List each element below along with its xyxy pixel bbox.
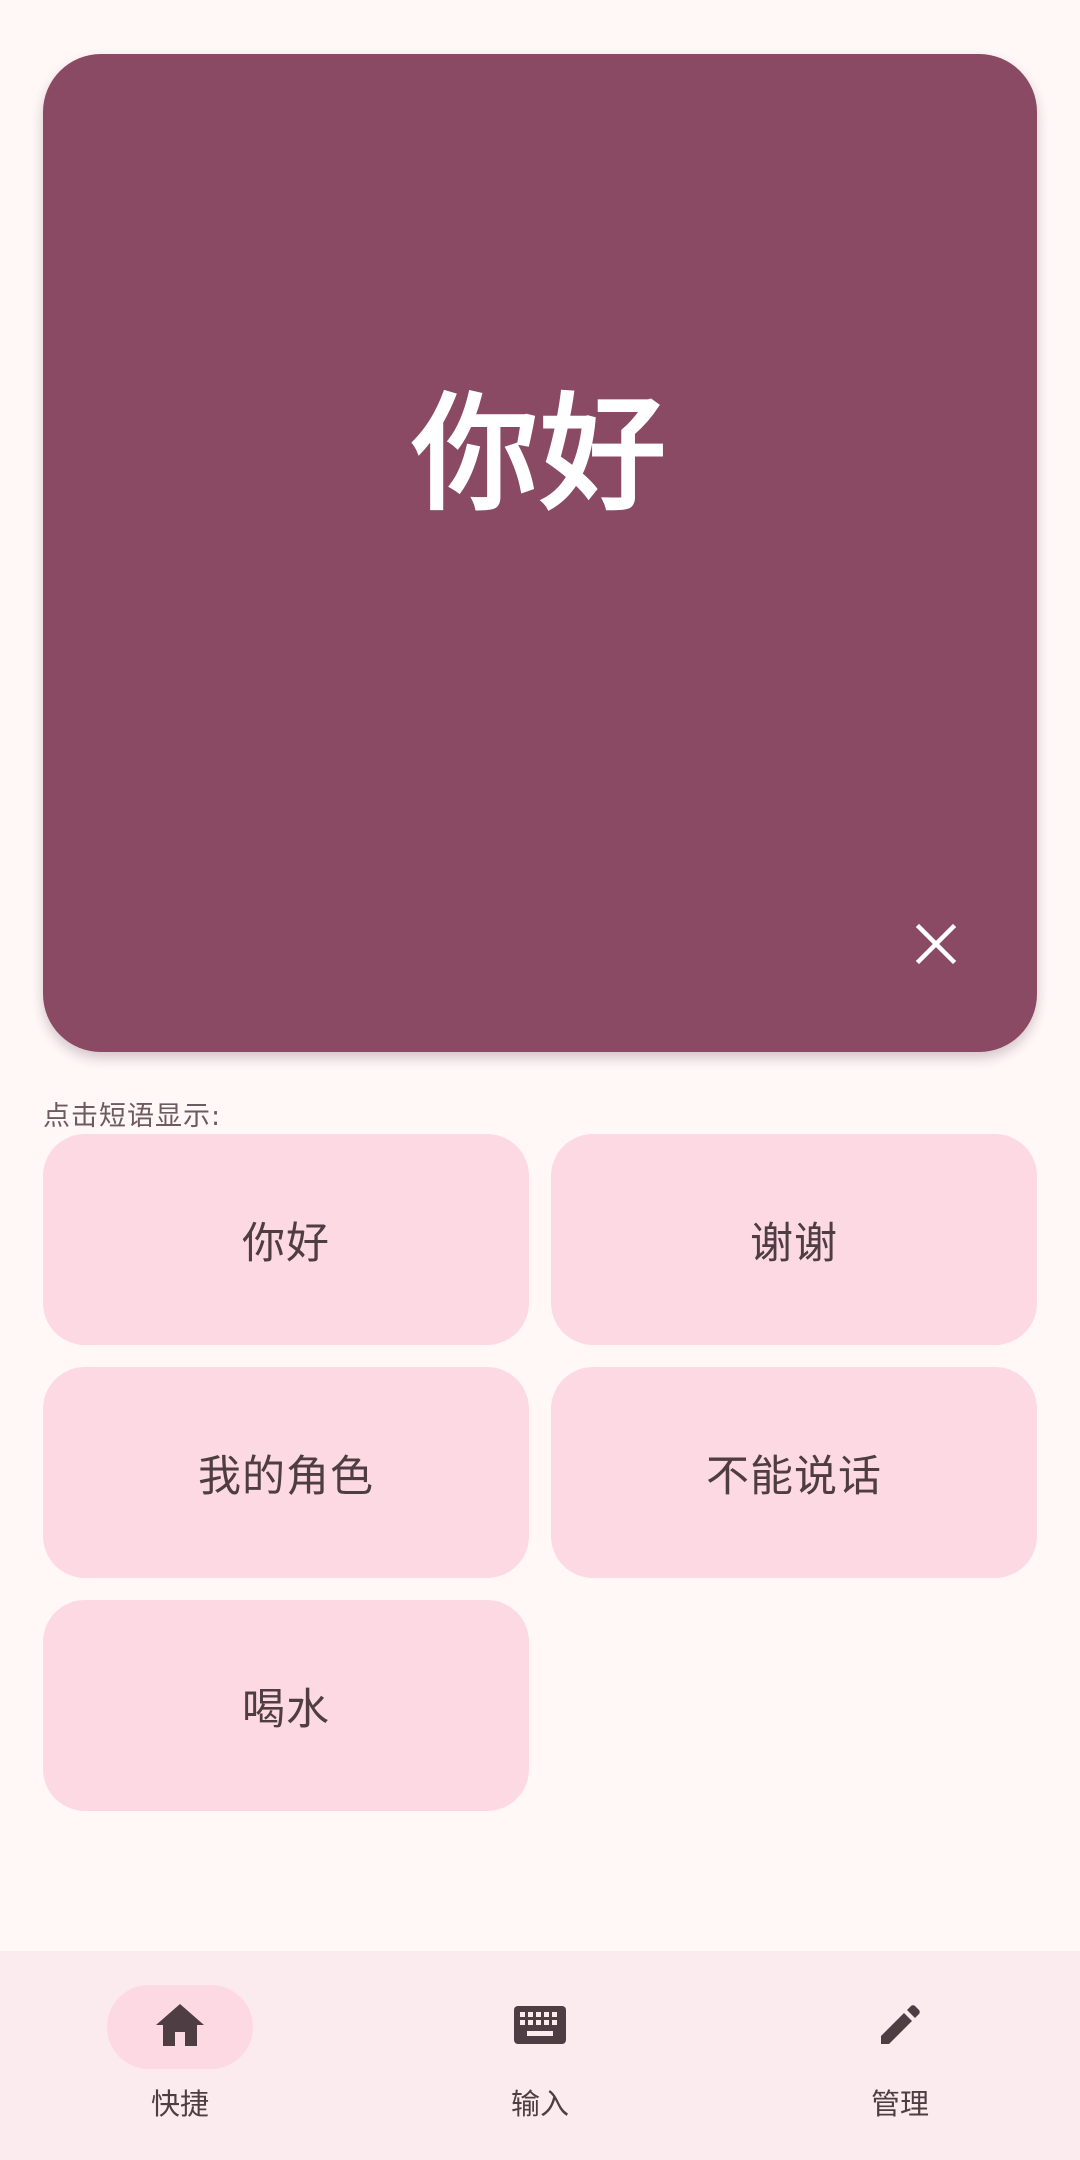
nav-item-manage[interactable]: 管理 [720, 1951, 1080, 2160]
phrase-button-nihao[interactable]: 你好 [43, 1134, 529, 1345]
nav-label-quick: 快捷 [150, 2087, 209, 2121]
phrase-button-my-role[interactable]: 我的角色 [43, 1367, 529, 1578]
phrase-button-cannot-speak[interactable]: 不能说话 [551, 1367, 1037, 1578]
hint-label: 点击短语显示: [43, 1101, 222, 1132]
home-icon [154, 2001, 206, 2053]
phrase-button-drink-water[interactable]: 喝水 [43, 1600, 529, 1811]
phrase-display-card: 你好 [43, 54, 1037, 1052]
app-screen: 你好 点击短语显示: 你好 谢谢 我的角色 不能说话 喝水 快捷 输入 管理 [0, 0, 1080, 2160]
nav-active-indicator [107, 1985, 253, 2069]
edit-icon [875, 2000, 925, 2054]
nav-label-input: 输入 [510, 2087, 569, 2121]
bottom-navigation: 快捷 输入 管理 [0, 1951, 1080, 2160]
close-icon [915, 923, 957, 969]
nav-icon-container [827, 1985, 973, 2069]
nav-item-input[interactable]: 输入 [360, 1951, 720, 2160]
displayed-phrase: 你好 [412, 381, 668, 528]
keyboard-icon [513, 2005, 567, 2049]
nav-icon-container [467, 1985, 613, 2069]
nav-item-quick[interactable]: 快捷 [0, 1951, 360, 2160]
close-button[interactable] [896, 906, 976, 986]
nav-label-manage: 管理 [870, 2087, 929, 2121]
phrase-button-xiexie[interactable]: 谢谢 [551, 1134, 1037, 1345]
